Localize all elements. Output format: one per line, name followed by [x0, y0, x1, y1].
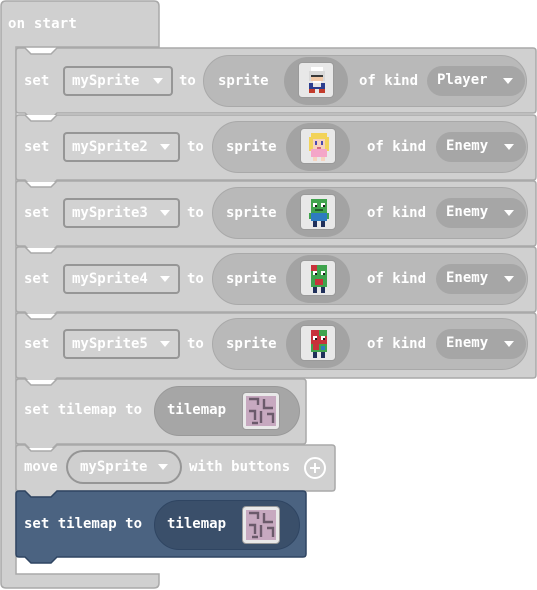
sprite-keyword: sprite — [226, 139, 277, 155]
chevron-down-icon — [504, 144, 514, 150]
to-keyword: to — [179, 73, 196, 89]
blonde-girl-sprite-icon — [309, 133, 329, 161]
tilemap-keyword: tilemap — [167, 516, 227, 532]
chevron-down-icon — [160, 276, 170, 282]
sprite-keyword: sprite — [218, 73, 269, 89]
sprite-image-field[interactable] — [286, 189, 350, 237]
variable-dropdown-mysprite[interactable]: mySprite — [63, 66, 173, 96]
chevron-down-icon — [504, 210, 514, 216]
sprite-image-field[interactable] — [284, 57, 348, 105]
chevron-down-icon — [160, 341, 170, 347]
kind-dropdown-enemy[interactable]: Enemy — [436, 264, 526, 294]
expand-plus-icon[interactable] — [304, 457, 326, 479]
sprite-thumbnail[interactable] — [298, 62, 334, 98]
set-keyword: set — [24, 336, 50, 352]
variable-label: mySprite3 — [72, 205, 148, 221]
old-man-player-sprite-icon — [309, 67, 325, 93]
kind-label: Enemy — [446, 270, 489, 286]
kind-label: Enemy — [446, 335, 489, 351]
kind-dropdown-enemy[interactable]: Enemy — [436, 132, 526, 162]
sprite-keyword: sprite — [226, 271, 277, 287]
sprite-keyword: sprite — [226, 205, 277, 221]
sprite-keyword: sprite — [226, 336, 277, 352]
set-keyword: set — [24, 271, 50, 287]
tilemap-maze-icon — [246, 396, 276, 426]
tilemap-maze-icon — [246, 510, 276, 540]
of-kind-keyword: of kind — [367, 205, 427, 221]
tilemap-keyword: tilemap — [167, 402, 227, 418]
to-keyword: to — [187, 139, 204, 155]
chevron-down-icon — [158, 464, 168, 470]
sprite-image-field[interactable] — [286, 255, 350, 303]
sprite-thumbnail[interactable] — [300, 128, 336, 164]
sprite-image-field[interactable] — [286, 320, 350, 368]
set-keyword: set — [24, 139, 50, 155]
move-variable-dropdown[interactable]: mySprite — [66, 450, 182, 484]
sprite-thumbnail[interactable] — [300, 325, 336, 361]
variable-dropdown-mysprite5[interactable]: mySprite5 — [63, 329, 180, 359]
variable-label: mySprite — [80, 459, 148, 475]
of-kind-keyword: of kind — [359, 73, 419, 89]
set-tilemap-label: set tilemap to — [24, 402, 143, 418]
of-kind-keyword: of kind — [367, 271, 427, 287]
sprite-thumbnail[interactable] — [300, 260, 336, 296]
set-keyword: set — [24, 205, 50, 221]
to-keyword: to — [187, 336, 204, 352]
kind-dropdown-enemy[interactable]: Enemy — [436, 198, 526, 228]
kind-label: Player — [437, 72, 488, 88]
variable-label: mySprite5 — [72, 336, 148, 352]
chevron-down-icon — [504, 276, 514, 282]
set-tilemap-label: set tilemap to — [24, 516, 143, 532]
on-start-label: on start — [8, 16, 78, 32]
red-zombie-sprite-icon — [311, 330, 327, 358]
move-keyword: move — [24, 459, 58, 475]
variable-label: mySprite4 — [72, 271, 148, 287]
kind-label: Enemy — [446, 138, 489, 154]
variable-label: mySprite — [72, 73, 140, 89]
variable-label: mySprite2 — [72, 139, 148, 155]
variable-dropdown-mysprite4[interactable]: mySprite4 — [63, 264, 180, 294]
variable-dropdown-mysprite2[interactable]: mySprite2 — [63, 132, 180, 162]
tilemap-thumbnail[interactable] — [242, 392, 280, 430]
green-red-zombie-sprite-icon — [311, 265, 327, 293]
with-buttons-keyword: with buttons — [189, 459, 291, 475]
chevron-down-icon — [153, 78, 163, 84]
sprite-image-field[interactable] — [286, 123, 350, 171]
kind-dropdown-player[interactable]: Player — [427, 66, 525, 96]
chevron-down-icon — [160, 144, 170, 150]
sprite-thumbnail[interactable] — [300, 194, 336, 230]
chevron-down-icon — [503, 78, 513, 84]
of-kind-keyword: of kind — [367, 336, 427, 352]
to-keyword: to — [187, 271, 204, 287]
variable-dropdown-mysprite3[interactable]: mySprite3 — [63, 198, 180, 228]
green-zombie-sprite-icon — [309, 199, 329, 227]
tilemap-thumbnail[interactable] — [242, 506, 280, 544]
kind-dropdown-enemy[interactable]: Enemy — [436, 329, 526, 359]
chevron-down-icon — [160, 210, 170, 216]
set-keyword: set — [24, 73, 50, 89]
to-keyword: to — [187, 205, 204, 221]
kind-label: Enemy — [446, 204, 489, 220]
chevron-down-icon — [504, 341, 514, 347]
of-kind-keyword: of kind — [367, 139, 427, 155]
